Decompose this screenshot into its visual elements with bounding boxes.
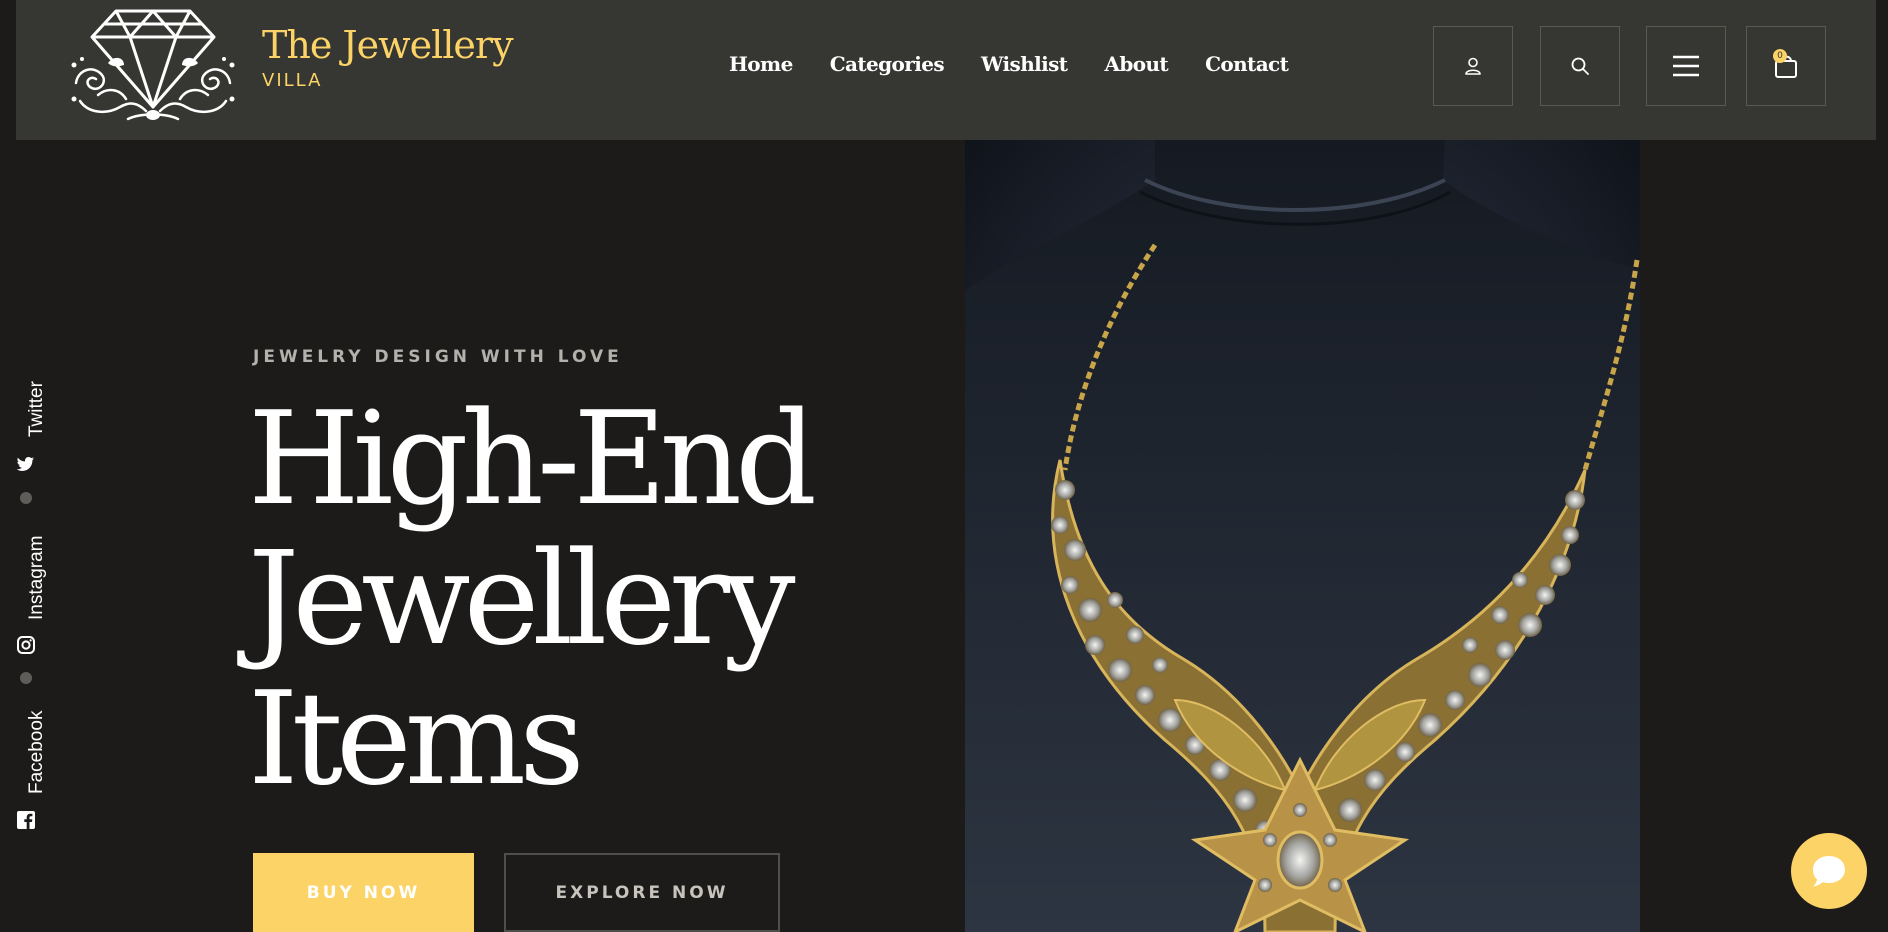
nav-about[interactable]: About (1104, 52, 1168, 76)
hero-headline: High-End Jewellery Items (248, 390, 848, 810)
instagram-icon[interactable] (16, 635, 36, 655)
site-header: The Jewellery VILLA Home Categories Wish… (16, 0, 1876, 140)
hamburger-menu-icon (1673, 55, 1699, 77)
social-label-instagram[interactable]: Instagram (26, 536, 48, 620)
brand-subtitle: VILLA (262, 70, 323, 91)
account-button[interactable] (1433, 26, 1513, 106)
user-icon (1465, 57, 1481, 75)
chat-button[interactable] (1791, 833, 1867, 909)
nav-wishlist[interactable]: Wishlist (981, 52, 1068, 76)
explore-now-button[interactable]: EXPLORE NOW (504, 853, 780, 932)
social-separator-dot (20, 492, 32, 504)
social-label-twitter[interactable]: Twitter (26, 381, 48, 437)
brand[interactable]: The Jewellery VILLA (262, 23, 514, 91)
main-nav: Home Categories Wishlist About Contact (729, 52, 1325, 76)
search-button[interactable] (1540, 26, 1620, 106)
social-label-facebook[interactable]: Facebook (26, 711, 48, 794)
brand-title: The Jewellery (262, 23, 514, 67)
necklace-on-bust-image (965, 140, 1640, 932)
headline-line: Jewellery (248, 525, 796, 674)
nav-contact[interactable]: Contact (1205, 52, 1289, 76)
social-separator-dot (20, 672, 32, 684)
diamond-logo-icon[interactable] (68, 3, 238, 127)
cart-button[interactable]: 0 (1746, 26, 1826, 106)
menu-button[interactable] (1646, 26, 1726, 106)
headline-line: High-End (248, 385, 817, 534)
nav-categories[interactable]: Categories (830, 52, 945, 76)
facebook-icon[interactable] (16, 810, 36, 830)
search-icon (1571, 57, 1589, 75)
nav-home[interactable]: Home (729, 52, 793, 76)
page: The Jewellery VILLA Home Categories Wish… (0, 0, 1888, 932)
cart-count-badge: 0 (1773, 49, 1787, 63)
buy-now-button[interactable]: BUY NOW (253, 853, 474, 932)
twitter-icon[interactable] (16, 454, 36, 474)
social-sidebar: Twitter Instagram Facebook (12, 370, 47, 830)
headline-line: Items (248, 665, 585, 814)
chat-bubble-icon (1813, 856, 1845, 887)
hero-tagline: JEWELRY DESIGN WITH LOVE (253, 347, 623, 367)
